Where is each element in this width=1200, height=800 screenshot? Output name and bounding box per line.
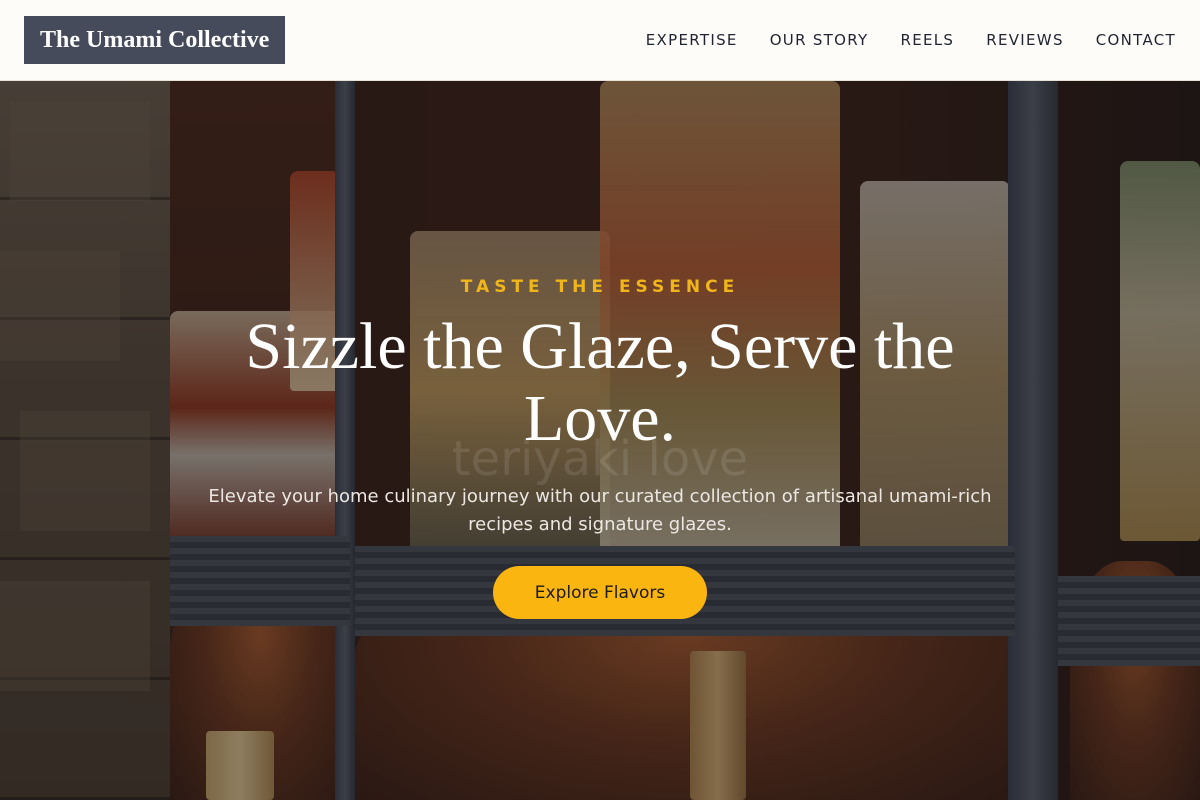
hero-eyebrow: TASTE THE ESSENCE <box>460 277 740 297</box>
brand-logo[interactable]: The Umami Collective <box>24 16 286 64</box>
nav-item-reels[interactable]: REELS <box>900 31 954 49</box>
nav-item-reviews[interactable]: REVIEWS <box>986 31 1064 49</box>
explore-flavors-button[interactable]: Explore Flavors <box>493 566 707 619</box>
nav-item-expertise[interactable]: EXPERTISE <box>646 31 738 49</box>
nav-item-contact[interactable]: CONTACT <box>1096 31 1176 49</box>
hero-headline: Sizzle the Glaze, Serve the Love. <box>245 310 955 455</box>
nav-item-our-story[interactable]: OUR STORY <box>770 31 869 49</box>
site-header: The Umami Collective EXPERTISE OUR STORY… <box>0 0 1200 81</box>
hero-content: teriyaki love TASTE THE ESSENCE Sizzle t… <box>0 81 1200 800</box>
hero-subtitle: Elevate your home culinary journey with … <box>208 486 992 535</box>
main-nav: EXPERTISE OUR STORY REELS REVIEWS CONTAC… <box>646 31 1176 49</box>
